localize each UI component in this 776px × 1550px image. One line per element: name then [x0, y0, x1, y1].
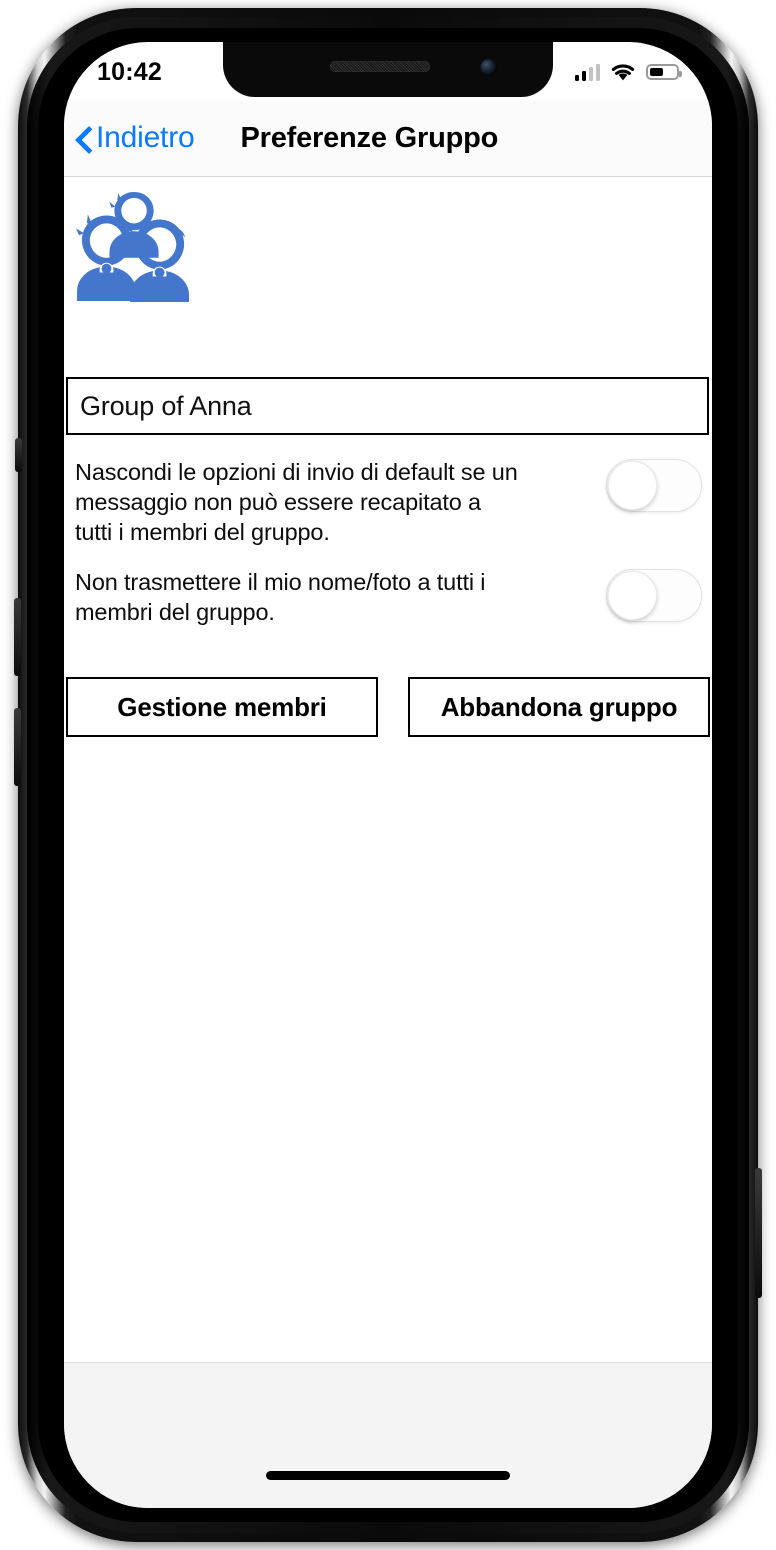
group-people-icon[interactable]	[76, 190, 194, 302]
manage-members-button[interactable]: Gestione membri	[66, 677, 378, 737]
preference-label: Non trasmettere il mio nome/foto a tutti…	[75, 569, 486, 625]
toggle-knob	[608, 461, 657, 510]
page-title: Preferenze Gruppo	[240, 121, 499, 154]
wifi-icon	[611, 63, 635, 80]
toggle-hide-identity[interactable]	[606, 569, 702, 622]
cellular-signal-icon	[574, 63, 600, 81]
navigation-bar: Indietro Preferenze Gruppo	[64, 100, 712, 176]
phone-screen: 10:42 Indietro Preferenze Gruppo Group o…	[64, 42, 712, 1508]
volume-down-button[interactable]	[14, 708, 21, 786]
preference-row-hide-send-options: Nascondi le opzioni di invio di default …	[64, 457, 712, 553]
bottom-safe-area	[64, 1362, 712, 1508]
preference-label: Nascondi le opzioni di invio di default …	[75, 459, 518, 545]
earpiece-speaker-icon	[330, 61, 430, 72]
power-button[interactable]	[755, 1168, 762, 1298]
leave-group-button[interactable]: Abbandona gruppo	[408, 677, 710, 737]
toggle-knob	[608, 571, 657, 620]
silent-switch-button[interactable]	[15, 438, 22, 472]
manage-members-label: Gestione membri	[117, 691, 327, 722]
navigation-separator	[64, 176, 712, 177]
volume-up-button[interactable]	[14, 598, 21, 676]
back-button-label: Indietro	[96, 121, 195, 154]
status-bar-clock: 10:42	[97, 57, 162, 86]
back-button[interactable]: Indietro	[72, 121, 195, 155]
leave-group-label: Abbandona gruppo	[440, 691, 678, 722]
device-notch	[223, 42, 553, 97]
preference-row-hide-identity: Non trasmettere il mio nome/foto a tutti…	[64, 567, 712, 637]
chevron-left-icon	[72, 127, 94, 149]
home-indicator[interactable]	[266, 1471, 510, 1480]
phone-device-frame: 10:42 Indietro Preferenze Gruppo Group o…	[14, 8, 762, 1542]
group-name-input[interactable]: Group of Anna	[66, 377, 709, 435]
group-name-value: Group of Anna	[80, 390, 252, 421]
status-bar-indicators	[574, 63, 682, 82]
battery-icon	[646, 64, 682, 80]
front-camera-icon	[480, 59, 497, 76]
main-content: Group of Anna Nascondi le opzioni di inv…	[64, 177, 712, 1362]
toggle-hide-send-options[interactable]	[606, 459, 702, 512]
